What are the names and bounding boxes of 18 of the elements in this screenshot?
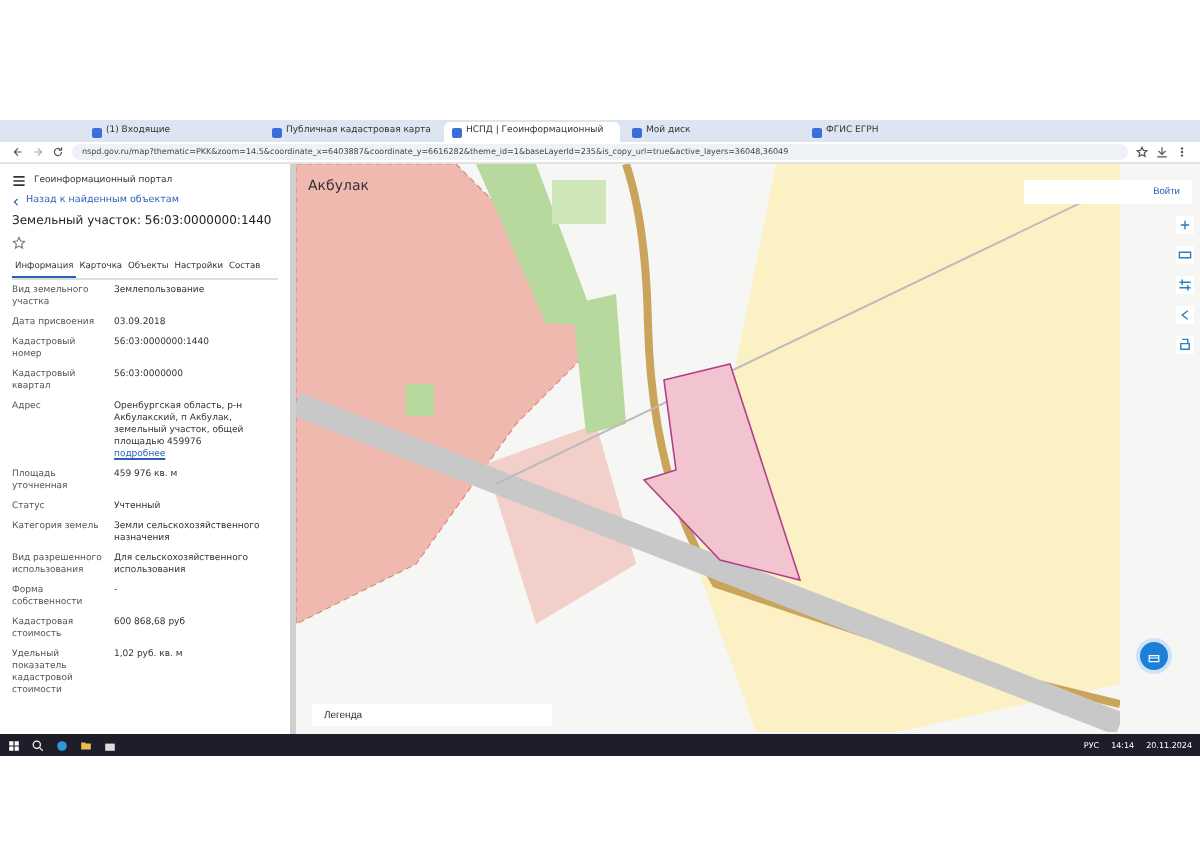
browser-icon[interactable] — [56, 739, 68, 751]
reload-icon[interactable] — [52, 146, 64, 158]
map-tool-icon[interactable] — [1176, 216, 1194, 234]
layers-button[interactable] — [1136, 638, 1172, 674]
map-tool-icon[interactable] — [1176, 246, 1194, 264]
map-tool-icon[interactable] — [1176, 306, 1194, 324]
menu-icon — [12, 173, 26, 187]
back-arrow-icon[interactable] — [12, 146, 24, 158]
search-icon[interactable] — [32, 739, 44, 751]
map-tool-icon[interactable] — [1176, 336, 1194, 354]
star-icon[interactable] — [1136, 146, 1148, 158]
star-icon[interactable] — [12, 236, 26, 250]
map-tool-icon[interactable] — [1176, 276, 1194, 294]
folder-icon[interactable] — [80, 739, 92, 751]
list-icon — [1148, 650, 1160, 666]
start-icon[interactable] — [8, 739, 20, 751]
menu-icon[interactable] — [1176, 146, 1188, 158]
download-icon[interactable] — [1156, 146, 1168, 158]
